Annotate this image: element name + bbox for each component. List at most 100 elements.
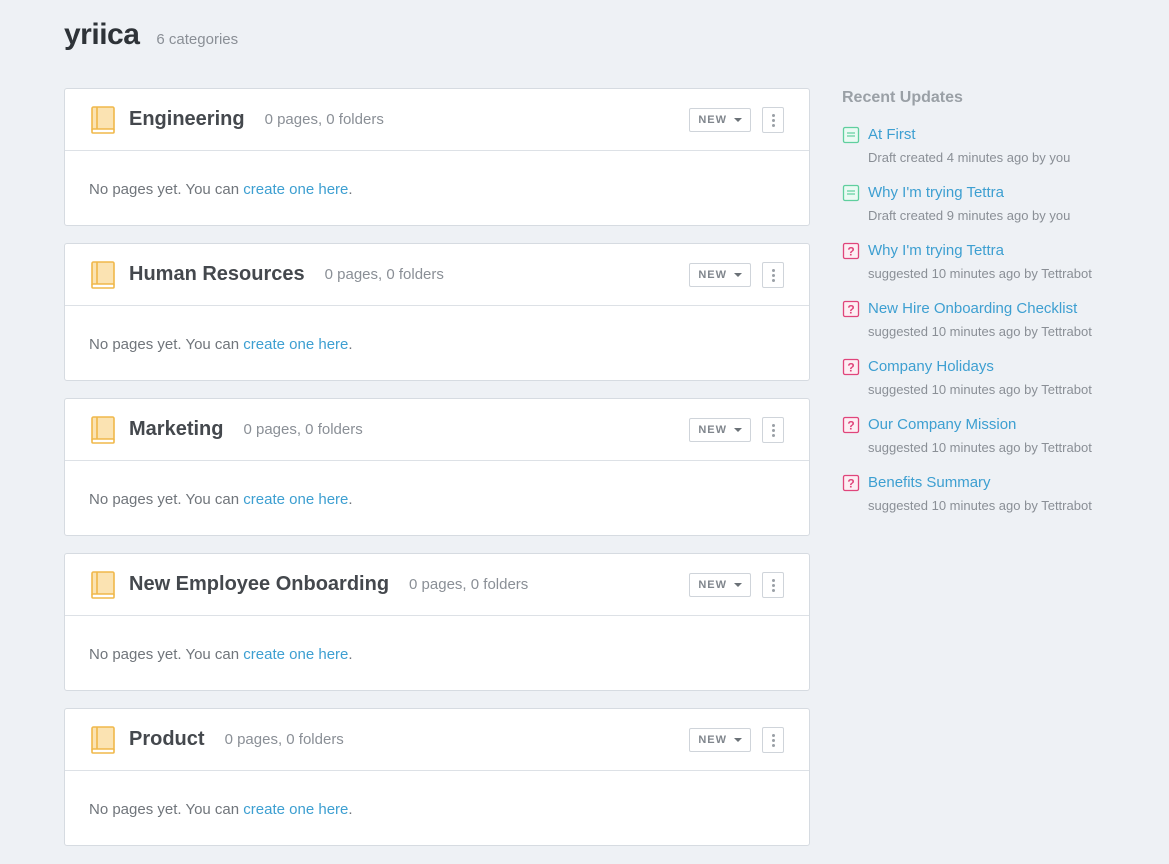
more-options-button[interactable] xyxy=(762,107,784,133)
svg-text:?: ? xyxy=(847,303,854,317)
update-item: ? New Hire Onboarding Checklist suggeste… xyxy=(842,298,1142,342)
suggestion-icon: ? xyxy=(842,300,860,318)
new-button-label: NEW xyxy=(698,579,727,591)
new-dropdown-button[interactable]: NEW xyxy=(689,728,751,752)
category-list: Engineering 0 pages, 0 folders NEW No pa… xyxy=(64,88,810,863)
caret-down-icon xyxy=(734,273,742,277)
book-icon xyxy=(91,570,115,599)
empty-state: No pages yet. You can create one here. xyxy=(65,616,809,663)
update-item: ? Why I'm trying Tettra suggested 10 min… xyxy=(842,240,1142,284)
update-meta: suggested 10 minutes ago by Tettrabot xyxy=(868,440,1092,455)
update-link[interactable]: Company Holidays xyxy=(868,356,1092,378)
category-meta: 0 pages, 0 folders xyxy=(264,111,384,128)
more-options-button[interactable] xyxy=(762,572,784,598)
update-link[interactable]: Why I'm trying Tettra xyxy=(868,240,1092,262)
more-options-button[interactable] xyxy=(762,262,784,288)
update-link[interactable]: At First xyxy=(868,124,1070,146)
caret-down-icon xyxy=(734,428,742,432)
category-actions: NEW xyxy=(689,417,784,443)
category-actions: NEW xyxy=(689,572,784,598)
empty-state: No pages yet. You can create one here. xyxy=(65,461,809,508)
empty-text: No pages yet. You can xyxy=(89,801,244,818)
update-item: ? Benefits Summary suggested 10 minutes … xyxy=(842,472,1142,516)
more-options-button[interactable] xyxy=(762,727,784,753)
empty-text: No pages yet. You can xyxy=(89,491,244,508)
svg-text:?: ? xyxy=(847,419,854,433)
new-dropdown-button[interactable]: NEW xyxy=(689,108,751,132)
update-meta: suggested 10 minutes ago by Tettrabot xyxy=(868,266,1092,281)
empty-end: . xyxy=(348,181,353,198)
empty-state: No pages yet. You can create one here. xyxy=(65,151,809,198)
category-actions: NEW xyxy=(689,727,784,753)
category-header: Engineering 0 pages, 0 folders NEW xyxy=(65,89,809,151)
new-dropdown-button[interactable]: NEW xyxy=(689,263,751,287)
update-link[interactable]: Benefits Summary xyxy=(868,472,1092,494)
svg-text:?: ? xyxy=(847,361,854,375)
category-meta: 0 pages, 0 folders xyxy=(409,576,529,593)
category-title[interactable]: Human Resources xyxy=(129,263,305,286)
category-header: Product 0 pages, 0 folders NEW xyxy=(65,709,809,771)
category-card-marketing: Marketing 0 pages, 0 folders NEW No page… xyxy=(64,398,810,536)
book-icon xyxy=(91,105,115,134)
more-options-button[interactable] xyxy=(762,417,784,443)
empty-text: No pages yet. You can xyxy=(89,181,244,198)
empty-text: No pages yet. You can xyxy=(89,646,244,663)
update-meta: suggested 10 minutes ago by Tettrabot xyxy=(868,324,1092,339)
suggestion-icon: ? xyxy=(842,416,860,434)
create-page-link[interactable]: create one here xyxy=(243,491,348,508)
category-meta: 0 pages, 0 folders xyxy=(243,421,363,438)
new-button-label: NEW xyxy=(698,734,727,746)
update-meta: Draft created 4 minutes ago by you xyxy=(868,150,1071,165)
category-card-product: Product 0 pages, 0 folders NEW No pages … xyxy=(64,708,810,846)
new-button-label: NEW xyxy=(698,269,727,281)
category-card-new-employee-onboarding: New Employee Onboarding 0 pages, 0 folde… xyxy=(64,553,810,691)
book-icon xyxy=(91,725,115,754)
draft-page-icon xyxy=(842,184,860,202)
page-header: yriica 6 categories xyxy=(64,18,238,52)
svg-text:?: ? xyxy=(847,245,854,259)
category-card-engineering: Engineering 0 pages, 0 folders NEW No pa… xyxy=(64,88,810,226)
new-dropdown-button[interactable]: NEW xyxy=(689,418,751,442)
new-button-label: NEW xyxy=(698,114,727,126)
update-meta: suggested 10 minutes ago by Tettrabot xyxy=(868,382,1092,397)
caret-down-icon xyxy=(734,738,742,742)
category-title[interactable]: Marketing xyxy=(129,418,223,441)
category-header: New Employee Onboarding 0 pages, 0 folde… xyxy=(65,554,809,616)
suggestion-icon: ? xyxy=(842,474,860,492)
workspace-title: yriica xyxy=(64,18,140,51)
caret-down-icon xyxy=(734,118,742,122)
category-title[interactable]: Product xyxy=(129,728,205,751)
create-page-link[interactable]: create one here xyxy=(243,336,348,353)
update-item: At First Draft created 4 minutes ago by … xyxy=(842,124,1142,168)
create-page-link[interactable]: create one here xyxy=(243,181,348,198)
empty-text: No pages yet. You can xyxy=(89,336,244,353)
caret-down-icon xyxy=(734,583,742,587)
empty-state: No pages yet. You can create one here. xyxy=(65,771,809,818)
empty-state: No pages yet. You can create one here. xyxy=(65,306,809,353)
category-actions: NEW xyxy=(689,107,784,133)
update-link[interactable]: Our Company Mission xyxy=(868,414,1092,436)
draft-page-icon xyxy=(842,126,860,144)
create-page-link[interactable]: create one here xyxy=(243,646,348,663)
update-link[interactable]: New Hire Onboarding Checklist xyxy=(868,298,1092,320)
category-card-human-resources: Human Resources 0 pages, 0 folders NEW N… xyxy=(64,243,810,381)
recent-updates-heading: Recent Updates xyxy=(842,89,963,106)
update-meta: Draft created 9 minutes ago by you xyxy=(868,208,1071,223)
update-item: ? Company Holidays suggested 10 minutes … xyxy=(842,356,1142,400)
update-item: ? Our Company Mission suggested 10 minut… xyxy=(842,414,1142,458)
empty-end: . xyxy=(348,336,353,353)
suggestion-icon: ? xyxy=(842,358,860,376)
category-meta: 0 pages, 0 folders xyxy=(324,266,444,283)
empty-end: . xyxy=(348,801,353,818)
category-title[interactable]: New Employee Onboarding xyxy=(129,573,389,596)
new-button-label: NEW xyxy=(698,424,727,436)
empty-end: . xyxy=(348,491,353,508)
empty-end: . xyxy=(348,646,353,663)
category-header: Marketing 0 pages, 0 folders NEW xyxy=(65,399,809,461)
create-page-link[interactable]: create one here xyxy=(243,801,348,818)
category-header: Human Resources 0 pages, 0 folders NEW xyxy=(65,244,809,306)
category-title[interactable]: Engineering xyxy=(129,108,245,131)
new-dropdown-button[interactable]: NEW xyxy=(689,573,751,597)
category-meta: 0 pages, 0 folders xyxy=(224,731,344,748)
update-link[interactable]: Why I'm trying Tettra xyxy=(868,182,1070,204)
